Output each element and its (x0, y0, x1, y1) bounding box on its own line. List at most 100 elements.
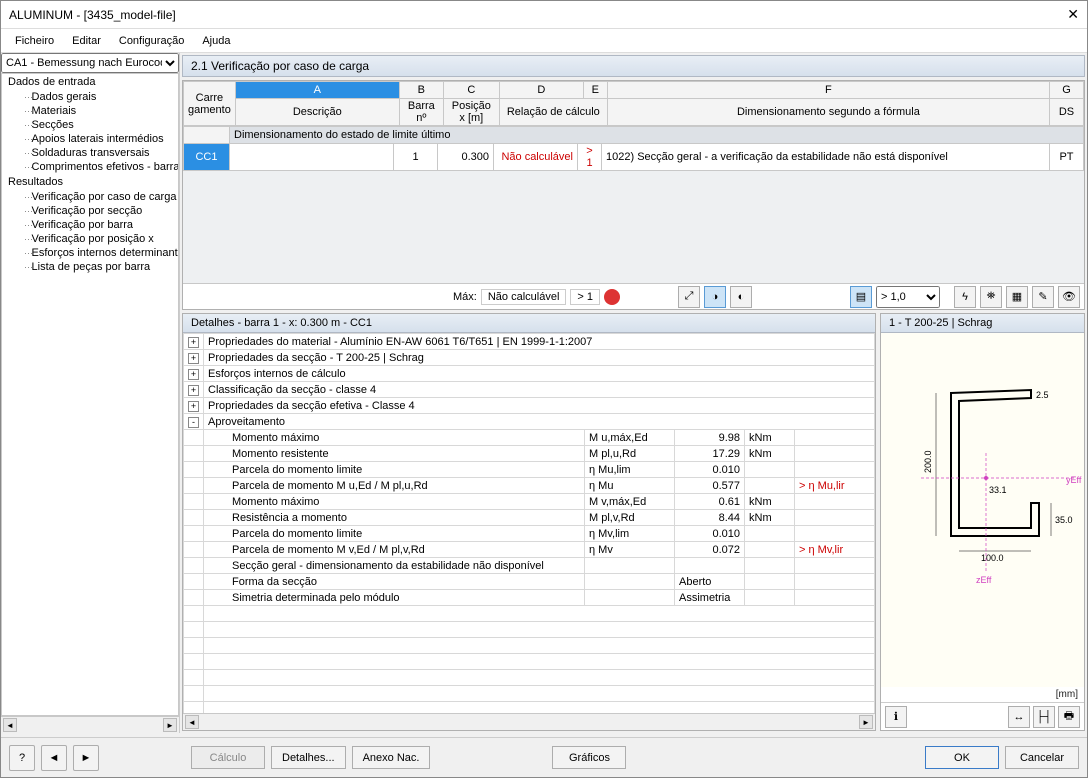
detalhes-button[interactable]: Detalhes... (271, 746, 346, 769)
help-icon[interactable]: ? (9, 745, 35, 771)
tool-c-icon[interactable]: ▦ (1006, 286, 1028, 308)
scroll-left-icon[interactable]: ◄ (3, 718, 17, 732)
menu-ficheiro[interactable]: Ficheiro (7, 33, 62, 49)
details-row[interactable]: Momento resistenteM pl,u,Rd17.29kNm (184, 446, 875, 462)
nav-item[interactable]: Verificação por caso de carga (2, 190, 178, 204)
hdr-descricao: Descrição (235, 99, 399, 126)
nav-item[interactable]: Secções (2, 118, 178, 132)
info-icon[interactable]: ℹ (885, 706, 907, 728)
graficos-button[interactable]: Gráficos (552, 746, 626, 769)
expand-icon[interactable]: - (184, 414, 204, 430)
expand-icon[interactable]: + (184, 350, 204, 366)
details-row[interactable]: +Classificação da secção - classe 4 (184, 382, 875, 398)
view-mode-2-icon[interactable]: ◑ (704, 286, 726, 308)
cell-formula[interactable]: 1022) Secção geral - a verificação da es… (602, 144, 1050, 171)
table-row[interactable]: CC1 1 0.300 Não calculável > 1 1022) Sec… (184, 144, 1084, 171)
col-C[interactable]: C (443, 82, 499, 99)
scroll-left-icon[interactable]: ◄ (185, 715, 199, 729)
nav-item[interactable]: Comprimentos efetivos - barras (2, 160, 178, 174)
filter-icon[interactable]: ▤ (850, 286, 872, 308)
col-G[interactable]: G (1050, 82, 1084, 99)
hdr-relacao: Relação de cálculo (499, 99, 607, 126)
cell-ds[interactable]: PT (1050, 144, 1084, 171)
view-mode-3-icon[interactable]: ◐ (730, 286, 752, 308)
axis-icon[interactable]: ↔ (1008, 706, 1030, 728)
preview-panel: 1 - T 200-25 | Schrag 200.0 100.0 2.5 35… (880, 313, 1085, 731)
nav-item[interactable]: Soldaduras transversais (2, 146, 178, 160)
details-row[interactable]: Resistência a momentoM pl,v,Rd8.44kNm (184, 510, 875, 526)
expand-icon[interactable]: + (184, 398, 204, 414)
col-B[interactable]: B (399, 82, 443, 99)
details-row[interactable]: Simetria determinada pelo móduloAssimetr… (184, 590, 875, 606)
nav-item[interactable]: Materiais (2, 104, 178, 118)
scale-select[interactable]: > 1,0 (876, 286, 940, 308)
calculo-button[interactable]: Cálculo (191, 746, 265, 769)
ok-button[interactable]: OK (925, 746, 999, 769)
hdr-ds: DS (1050, 99, 1084, 126)
details-row[interactable]: Momento máximoM v,máx,Ed0.61kNm (184, 494, 875, 510)
nav-item[interactable]: Apoios laterais intermédios (2, 132, 178, 146)
close-icon[interactable]: ✕ (1039, 6, 1079, 23)
nav-item[interactable]: Dados gerais (2, 90, 178, 104)
col-A[interactable]: A (235, 82, 399, 99)
group-row: Dimensionamento do estado de limite últi… (230, 127, 1084, 144)
loadcase-select[interactable]: CA1 - Bemessung nach Eurocod (1, 53, 179, 73)
anexo-button[interactable]: Anexo Nac. (352, 746, 431, 769)
scroll-right-icon[interactable]: ► (859, 715, 873, 729)
col-F[interactable]: F (607, 82, 1049, 99)
view-mode-1-icon[interactable]: ⤢ (678, 286, 700, 308)
details-row[interactable]: Momento máximoM u,máx,Ed9.98kNm (184, 430, 875, 446)
tool-b-icon[interactable]: ⛯ (980, 286, 1002, 308)
cell-rel[interactable]: Não calculável (494, 144, 578, 171)
next-icon[interactable]: ► (73, 745, 99, 771)
details-row[interactable]: +Propriedades da secção - T 200-25 | Sch… (184, 350, 875, 366)
cancelar-button[interactable]: Cancelar (1005, 746, 1079, 769)
tool-d-icon[interactable]: ✎ (1032, 286, 1054, 308)
tool-a-icon[interactable]: ϟ (954, 286, 976, 308)
eye-icon[interactable]: 👁 (1058, 286, 1080, 308)
details-row[interactable]: Parcela de momento M u,Ed / M pl,u,Rdη M… (184, 478, 875, 494)
svg-text:zEff: zEff (976, 575, 992, 585)
nav-item[interactable]: Verificação por posição x (2, 232, 178, 246)
nav-group-input[interactable]: Dados de entrada (2, 74, 178, 90)
nav-tree[interactable]: Dados de entrada Dados gerais Materiais … (1, 73, 179, 716)
nav-scrollbar[interactable]: ◄ ► (1, 716, 179, 733)
expand-icon[interactable]: + (184, 382, 204, 398)
print-icon[interactable]: 🖶 (1058, 706, 1080, 728)
cell-barra[interactable]: 1 (394, 144, 438, 171)
details-row[interactable]: -Aproveitamento (184, 414, 875, 430)
cell-gt1[interactable]: > 1 (578, 144, 602, 171)
prev-icon[interactable]: ◄ (41, 745, 67, 771)
cell-desc[interactable] (230, 144, 394, 171)
cell-cc[interactable]: CC1 (184, 144, 230, 171)
svg-text:35.0: 35.0 (1055, 515, 1073, 525)
details-row[interactable]: Secção geral - dimensionamento da estabi… (184, 558, 875, 574)
nav-group-results[interactable]: Resultados (2, 174, 178, 190)
nav-item[interactable]: Verificação por secção (2, 204, 178, 218)
details-row[interactable]: Parcela do momento limiteη Mu,lim0.010 (184, 462, 875, 478)
details-row[interactable]: Forma da secçãoAberto (184, 574, 875, 590)
menu-ajuda[interactable]: Ajuda (194, 33, 238, 49)
nav-item[interactable]: Lista de peças por barra (2, 260, 178, 274)
expand-icon[interactable]: + (184, 366, 204, 382)
nav-item[interactable]: Verificação por barra (2, 218, 178, 232)
details-row[interactable]: Parcela do momento limiteη Mv,lim0.010 (184, 526, 875, 542)
details-row[interactable]: +Propriedades da secção efetiva - Classe… (184, 398, 875, 414)
menu-configuracao[interactable]: Configuração (111, 33, 192, 49)
details-row[interactable]: +Esforços internos de cálculo (184, 366, 875, 382)
expand-icon[interactable]: + (184, 334, 204, 350)
max-label: Máx: (453, 291, 477, 303)
dim-icon[interactable]: ├┤ (1033, 706, 1055, 728)
nav-item[interactable]: Esforços internos determinantes (2, 246, 178, 260)
details-scrollbar[interactable]: ◄ ► (183, 713, 875, 730)
col-E[interactable]: E (583, 82, 607, 99)
preview-canvas[interactable]: 200.0 100.0 2.5 35.0 yEff zEff 33.1 (881, 333, 1084, 687)
details-row[interactable]: +Propriedades do material - Alumínio EN-… (184, 334, 875, 350)
menu-editar[interactable]: Editar (64, 33, 109, 49)
scroll-right-icon[interactable]: ► (163, 718, 177, 732)
cell-pos[interactable]: 0.300 (438, 144, 494, 171)
col-D[interactable]: D (499, 82, 583, 99)
details-row[interactable]: Parcela de momento M v,Ed / M pl,v,Rdη M… (184, 542, 875, 558)
preview-unit: [mm] (881, 687, 1084, 702)
results-grid[interactable]: Carre gamento A B C D E F G Descrição Ba… (182, 80, 1085, 310)
